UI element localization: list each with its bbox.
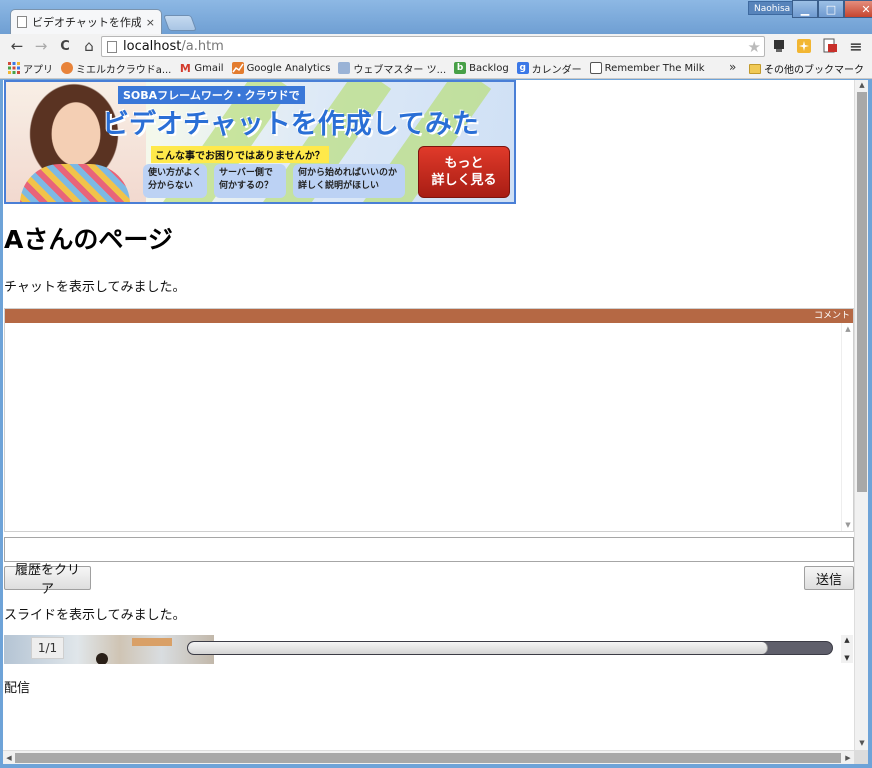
chat-scrollbar[interactable]: ▲ ▼ <box>841 323 853 531</box>
scroll-left-icon[interactable]: ◀ <box>4 751 14 765</box>
extension-puzzle-icon[interactable] <box>795 37 813 55</box>
webmaster-icon <box>338 62 351 74</box>
analytics-icon <box>231 62 244 74</box>
slide-scrollbar[interactable]: ▲ ▼ <box>841 635 853 663</box>
bookmark-mieruca[interactable]: ミエルカクラウドa... <box>61 61 171 76</box>
bookmark-gmail[interactable]: M Gmail <box>179 61 224 75</box>
scroll-down-icon[interactable]: ▼ <box>842 521 854 529</box>
bookmarks-bar: アプリ ミエルカクラウドa... M Gmail Google Analytic… <box>0 58 872 79</box>
forward-icon[interactable]: → <box>30 35 52 57</box>
google-calendar-icon: g <box>516 62 529 74</box>
gmail-icon: M <box>179 61 191 75</box>
bookmark-apps[interactable]: アプリ <box>8 61 53 76</box>
scroll-right-icon[interactable]: ▶ <box>843 751 853 765</box>
url-host: localhost <box>123 39 182 54</box>
apps-grid-icon <box>8 62 20 74</box>
stream-label: 配信 <box>4 681 31 696</box>
bookmark-label: ミエルカクラウドa... <box>76 64 172 76</box>
promo-banner[interactable]: SOBAフレームワーク・クラウドで ビデオチャットを作成してみた こんな事でお困… <box>4 80 516 204</box>
backlog-icon: b <box>454 62 467 74</box>
cloud-icon <box>61 62 73 74</box>
bookmark-label: カレンダー <box>531 64 582 76</box>
new-tab-button[interactable] <box>163 15 197 31</box>
chat-header: コメント <box>5 309 853 323</box>
page-icon <box>107 40 117 53</box>
back-icon[interactable]: ← <box>6 35 28 57</box>
tab-close-icon[interactable]: × <box>146 16 155 29</box>
browser-toolbar: ← → C ⌂ localhost/a.htm ★ ≡ <box>0 34 872 58</box>
minimize-button[interactable]: ▁ <box>792 0 818 18</box>
address-bar[interactable]: localhost/a.htm ★ <box>101 36 765 57</box>
bookmark-label: Gmail <box>194 62 224 74</box>
vertical-scroll-thumb[interactable] <box>857 92 867 492</box>
page-horizontal-scrollbar[interactable]: ◀ ▶ <box>3 750 854 764</box>
chat-log[interactable] <box>5 323 853 531</box>
scroll-down-icon[interactable]: ▼ <box>841 654 853 662</box>
chat-panel: コメント ▲ ▼ <box>4 308 854 532</box>
other-bookmarks-label: その他のブックマーク <box>764 65 864 76</box>
home-icon[interactable]: ⌂ <box>78 35 100 57</box>
banner-bubble-1: 使い方がよく 分からない <box>143 164 207 198</box>
page-icon <box>17 16 27 28</box>
bookmark-calendar[interactable]: g カレンダー <box>516 61 582 76</box>
tab-title: ビデオチャットを作成し <box>32 16 141 29</box>
profile-badge[interactable]: Naohisa <box>748 1 797 15</box>
slide-progress-bar[interactable] <box>187 641 833 655</box>
bookmarks-overflow-button[interactable]: » <box>729 60 736 74</box>
scroll-up-icon[interactable]: ▲ <box>842 325 854 333</box>
send-button[interactable]: 送信 <box>804 566 854 590</box>
scroll-down-icon[interactable]: ▼ <box>855 739 869 749</box>
page-viewport: SOBAフレームワーク・クラウドで ビデオチャットを作成してみた こんな事でお困… <box>3 80 854 750</box>
window-titlebar: ビデオチャットを作成し × Naohisa ▁ □ ✕ <box>0 0 872 34</box>
menu-icon[interactable]: ≡ <box>847 37 865 56</box>
bookmark-remember-the-milk[interactable]: Remember The Milk <box>589 62 705 74</box>
reload-icon[interactable]: C <box>54 35 76 57</box>
bookmark-webmaster-tools[interactable]: ウェブマスター ツ... <box>338 61 446 76</box>
slide-progress-fill <box>188 642 768 654</box>
bookmark-label: Backlog <box>469 62 509 74</box>
chat-message-input[interactable] <box>4 537 854 562</box>
banner-headline: ビデオチャットを作成してみた <box>102 109 479 140</box>
extension-stamp-icon[interactable] <box>770 37 788 55</box>
bookmark-label: Google Analytics <box>246 62 331 74</box>
extension-pdf-icon[interactable] <box>821 37 839 55</box>
close-window-button[interactable]: ✕ <box>844 0 872 18</box>
window-controls: ▁ □ ✕ <box>792 0 872 18</box>
bookmark-star-icon[interactable]: ★ <box>748 38 761 56</box>
page-vertical-scrollbar[interactable]: ▲ ▼ <box>854 80 868 750</box>
horizontal-scroll-thumb[interactable] <box>15 753 841 763</box>
slide-intro-text: スライドを表示してみました。 <box>4 608 186 623</box>
banner-bubble-2: サーバー側で 何かするの？ <box>214 164 286 198</box>
bookmark-label: Remember The Milk <box>604 62 705 74</box>
bookmark-google-analytics[interactable]: Google Analytics <box>231 62 331 74</box>
slide-counter: 1/1 <box>31 637 64 659</box>
url-path: /a.htm <box>181 39 224 54</box>
bookmark-backlog[interactable]: b Backlog <box>454 62 509 74</box>
maximize-button[interactable]: □ <box>818 0 844 18</box>
banner-bubble-3: 何から始めればいいのか 詳しく説明がほしい <box>293 164 405 198</box>
other-bookmarks-folder[interactable]: その他のブックマーク <box>749 61 864 76</box>
scroll-up-icon[interactable]: ▲ <box>841 636 853 644</box>
folder-icon <box>749 63 761 74</box>
scrollbar-corner <box>854 750 868 764</box>
banner-cta-button[interactable]: もっと 詳しく見る <box>418 146 510 198</box>
browser-tab[interactable]: ビデオチャットを作成し × <box>10 9 162 34</box>
scroll-up-icon[interactable]: ▲ <box>855 81 869 91</box>
banner-question: こんな事でお困りではありませんか？ <box>151 146 329 163</box>
bookmark-label: アプリ <box>23 64 53 76</box>
clear-history-button[interactable]: 履歴をクリア <box>4 563 91 597</box>
bookmark-label: ウェブマスター ツ... <box>353 64 447 76</box>
cow-icon <box>589 62 602 74</box>
page-heading: Aさんのページ <box>4 225 173 254</box>
chat-intro-text: チャットを表示してみました。 <box>4 280 186 295</box>
